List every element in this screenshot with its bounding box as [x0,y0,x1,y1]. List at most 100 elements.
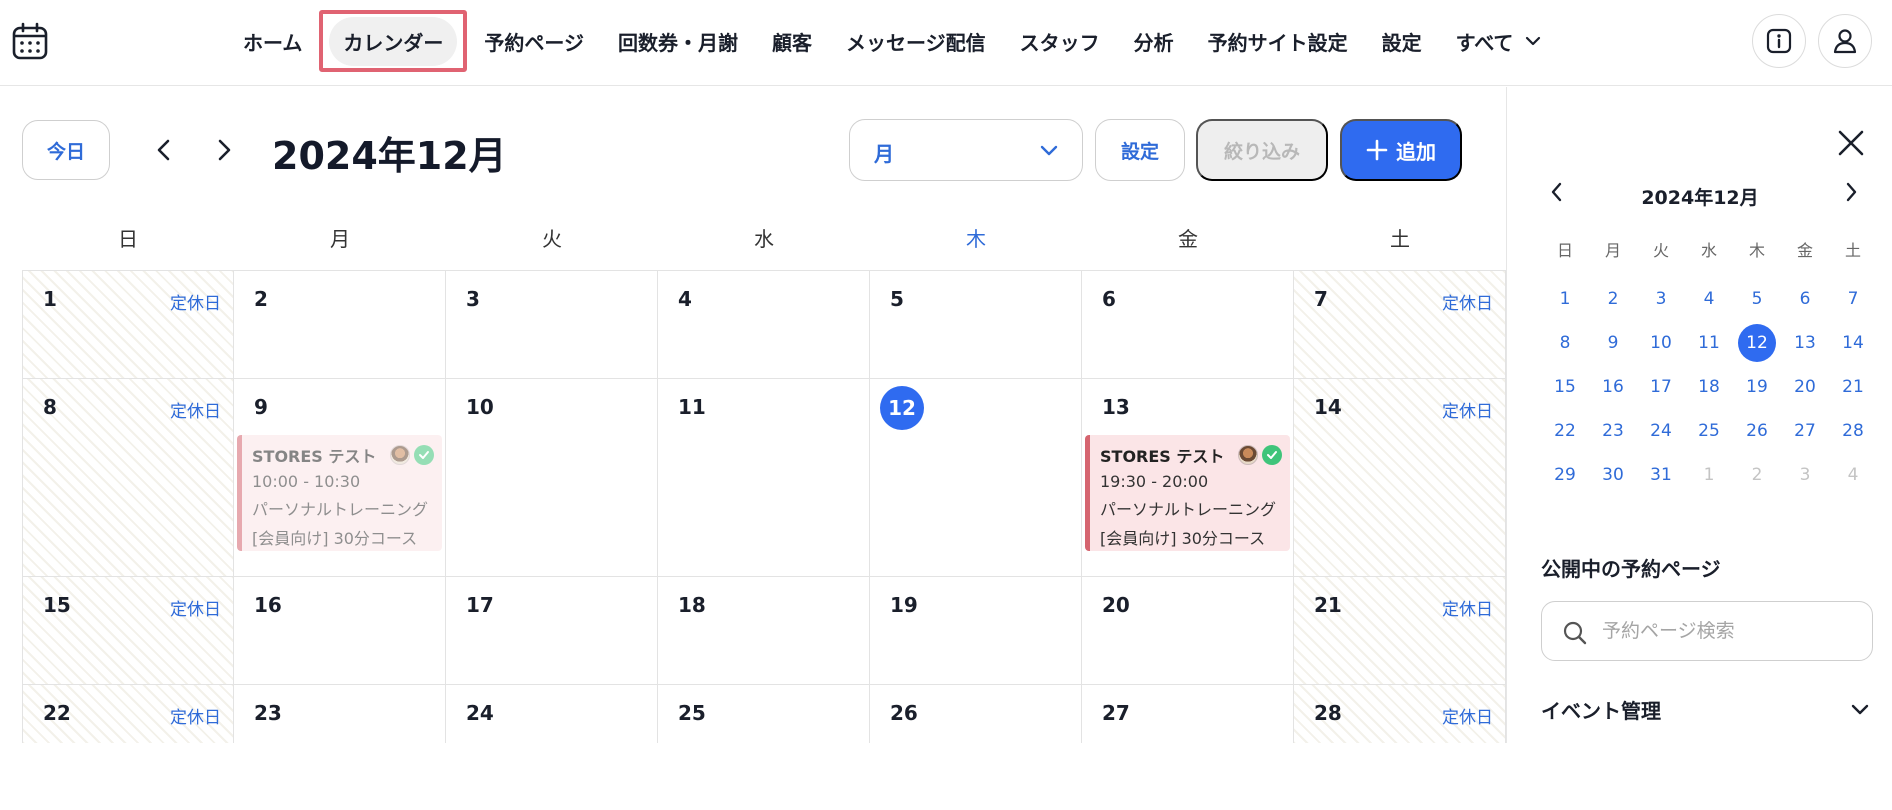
mini-day[interactable]: 20 [1781,365,1829,409]
mini-day-number: 7 [1847,289,1859,309]
day-cell[interactable]: 13 STORES テスト 19:30 - 20:00 パーソナルトレーニング [会員向… [1082,379,1294,577]
date-number: 14 [1314,395,1342,419]
next-month-button[interactable] [204,129,244,171]
add-button[interactable]: 追加 [1340,119,1462,181]
day-cell[interactable]: 19 [870,577,1082,685]
check-circle-icon [1262,445,1282,465]
day-cell[interactable]: 22 定休日 [22,685,234,743]
event-management-toggle[interactable]: イベント管理 [1541,695,1873,735]
reservation-event[interactable]: STORES テスト 10:00 - 10:30 パーソナルトレーニング [会員向け]… [237,435,442,551]
mini-day[interactable]: 1 [1685,453,1733,497]
mini-next-month-button[interactable] [1843,181,1859,207]
day-cell[interactable]: 14 定休日 [1294,379,1506,577]
filter-button[interactable]: 絞り込み [1196,119,1328,181]
day-cell[interactable]: 5 [870,271,1082,379]
day-cell[interactable]: 2 [234,271,446,379]
day-cell[interactable]: 17 [446,577,658,685]
previous-month-button[interactable] [144,129,184,171]
day-cell[interactable]: 21 定休日 [1294,577,1506,685]
nav-item-home[interactable]: ホーム [226,10,319,72]
day-cell[interactable]: 26 [870,685,1082,743]
reservation-page-search[interactable] [1541,601,1873,661]
day-cell[interactable]: 23 [234,685,446,743]
mini-day[interactable]: 28 [1829,409,1877,453]
mini-day[interactable]: 13 [1781,321,1829,365]
mini-day[interactable]: 30 [1589,453,1637,497]
mini-day[interactable]: 10 [1637,321,1685,365]
mini-day[interactable]: 9 [1589,321,1637,365]
mini-day[interactable]: 11 [1685,321,1733,365]
mini-day[interactable]: 7 [1829,277,1877,321]
mini-day[interactable]: 29 [1541,453,1589,497]
day-cell[interactable]: 24 [446,685,658,743]
day-cell[interactable]: 10 [446,379,658,577]
mini-day[interactable]: 8 [1541,321,1589,365]
day-cell[interactable]: 20 [1082,577,1294,685]
mini-day[interactable]: 22 [1541,409,1589,453]
day-cell[interactable]: 18 [658,577,870,685]
nav-item-calendar[interactable]: カレンダー [319,10,468,72]
side-panel: 2024年12月 日月火水木金土 1 2 3 4 5 6 7 8 9 10 11 12 13 14 15 16… [1506,87,1892,743]
mini-day[interactable]: 16 [1589,365,1637,409]
nav-item-customers[interactable]: 顧客 [755,10,829,72]
nav-item-staff[interactable]: スタッフ [1003,10,1117,72]
mini-day[interactable]: 18 [1685,365,1733,409]
mini-day[interactable]: 27 [1781,409,1829,453]
nav-item-reservation-page[interactable]: 予約ページ [467,10,601,72]
reservation-event[interactable]: STORES テスト 19:30 - 20:00 パーソナルトレーニング [会員向け]… [1085,435,1290,551]
mini-day[interactable]: 25 [1685,409,1733,453]
day-cell[interactable]: 12 [870,379,1082,577]
day-cell[interactable]: 3 [446,271,658,379]
day-cell[interactable]: 15 定休日 [22,577,234,685]
info-button[interactable] [1752,14,1806,68]
mini-day[interactable]: 26 [1733,409,1781,453]
mini-day[interactable]: 4 [1685,277,1733,321]
mini-day[interactable]: 2 [1733,453,1781,497]
mini-day[interactable]: 23 [1589,409,1637,453]
nav-item-settings[interactable]: 設定 [1365,10,1439,72]
mini-day[interactable]: 19 [1733,365,1781,409]
day-cell[interactable]: 6 [1082,271,1294,379]
mini-day[interactable]: 31 [1637,453,1685,497]
nav-item-messages[interactable]: メッセージ配信 [829,10,1003,72]
day-cell[interactable]: 28 定休日 [1294,685,1506,743]
search-input[interactable] [1602,616,1852,646]
calendar-app-icon[interactable] [12,22,48,60]
nav-item-tickets[interactable]: 回数券・月謝 [601,10,755,72]
mini-day[interactable]: 17 [1637,365,1685,409]
mini-day-selected[interactable]: 12 [1733,321,1781,365]
day-cell[interactable]: 25 [658,685,870,743]
day-cell[interactable]: 1 定休日 [22,271,234,379]
date-number: 6 [1102,287,1116,311]
mini-day[interactable]: 4 [1829,453,1877,497]
mini-day[interactable]: 3 [1637,277,1685,321]
mini-day[interactable]: 15 [1541,365,1589,409]
day-cell[interactable]: 11 [658,379,870,577]
nav-item-site-settings[interactable]: 予約サイト設定 [1191,10,1365,72]
account-button[interactable] [1818,14,1872,68]
mini-day[interactable]: 14 [1829,321,1877,365]
nav-item-all[interactable]: すべて [1439,10,1561,72]
day-cell[interactable]: 8 定休日 [22,379,234,577]
mini-day[interactable]: 5 [1733,277,1781,321]
calendar-settings-button[interactable]: 設定 [1095,119,1185,181]
nav-item-analytics[interactable]: 分析 [1117,10,1191,72]
weekday-label: 水 [754,227,774,251]
day-cell[interactable]: 27 [1082,685,1294,743]
date-number: 10 [466,395,494,419]
mini-day[interactable]: 21 [1829,365,1877,409]
mini-day-number: 4 [1703,289,1715,309]
close-panel-button[interactable] [1833,125,1869,161]
view-mode-select[interactable]: 月 [849,119,1083,181]
mini-day[interactable]: 6 [1781,277,1829,321]
mini-day[interactable]: 24 [1637,409,1685,453]
mini-day[interactable]: 3 [1781,453,1829,497]
day-cell[interactable]: 16 [234,577,446,685]
day-cell[interactable]: 9 STORES テスト 10:00 - 10:30 パーソナルトレーニング [会員向け… [234,379,446,577]
date-number: 20 [1102,593,1130,617]
day-cell[interactable]: 7 定休日 [1294,271,1506,379]
mini-day[interactable]: 2 [1589,277,1637,321]
day-cell[interactable]: 4 [658,271,870,379]
today-button[interactable]: 今日 [22,120,110,180]
mini-day[interactable]: 1 [1541,277,1589,321]
